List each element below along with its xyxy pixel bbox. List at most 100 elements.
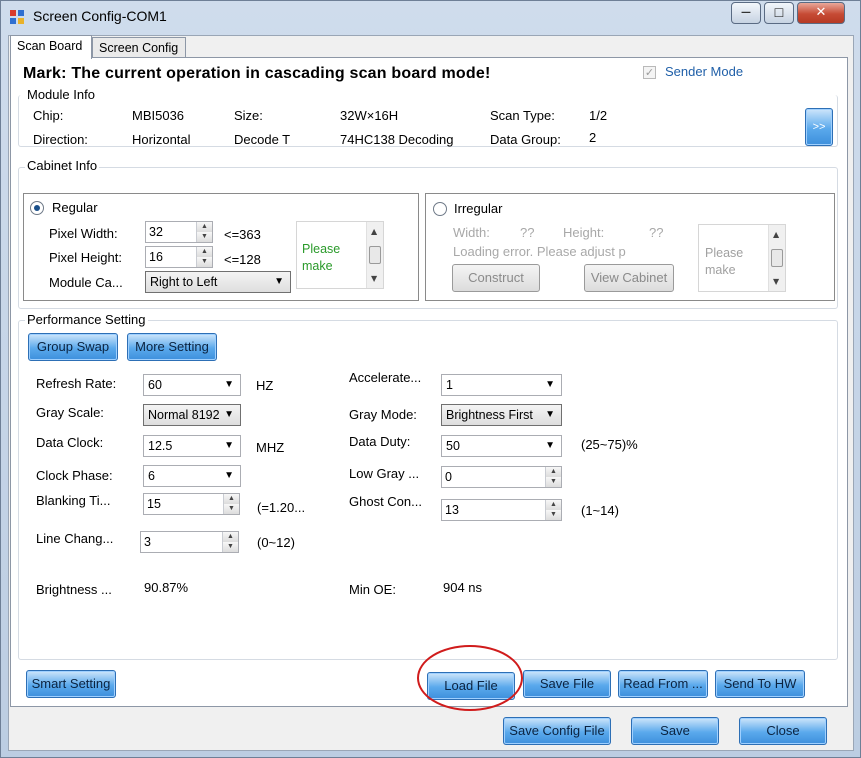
brightness-value: 90.87% <box>144 580 189 595</box>
accelerate-select[interactable]: 1 ▼ <box>441 374 562 396</box>
decode-value: 74HC138 Decoding <box>340 132 454 147</box>
window-title: Screen Config-COM1 <box>33 8 167 24</box>
close-button[interactable]: Close <box>739 717 827 745</box>
group-swap-button[interactable]: Group Swap <box>28 333 118 361</box>
spin-up-icon[interactable]: ▲ <box>196 247 212 257</box>
listbox-scrollbar[interactable]: ▲ ▼ <box>768 225 785 291</box>
spin-up-icon[interactable]: ▲ <box>222 532 238 542</box>
irregular-height-label: Height: <box>563 225 605 240</box>
spin-down-icon[interactable]: ▼ <box>196 232 212 242</box>
scroll-down-icon[interactable]: ▼ <box>773 277 779 286</box>
data-clock-value: 12.5 <box>148 439 173 453</box>
blanking-time-label: Blanking Ti... <box>36 493 111 508</box>
scan-type-label: Scan Type: <box>490 108 555 123</box>
pixel-height-input[interactable]: 16 ▲ ▼ <box>145 246 213 268</box>
construct-button[interactable]: Construct <box>452 264 540 292</box>
spin-down-icon[interactable]: ▼ <box>223 504 239 514</box>
save-config-file-button[interactable]: Save Config File <box>503 717 611 745</box>
smart-setting-button[interactable]: Smart Setting <box>26 670 116 698</box>
data-clock-select[interactable]: 12.5 ▼ <box>143 435 241 457</box>
data-duty-select[interactable]: 50 ▼ <box>441 435 562 457</box>
pixel-height-value: 16 <box>149 250 163 264</box>
send-to-hw-button[interactable]: Send To HW <box>715 670 805 698</box>
regular-note-line1: Please <box>302 242 341 256</box>
chevron-down-icon: ▼ <box>224 440 234 451</box>
close-window-button[interactable]: ✕ <box>797 2 845 24</box>
chevron-down-icon: ▼ <box>224 409 234 420</box>
save-file-button[interactable]: Save File <box>523 670 611 698</box>
irregular-note-line2: make <box>705 263 736 277</box>
load-file-button[interactable]: Load File <box>427 672 515 700</box>
accelerate-label: Accelerate... <box>349 370 422 385</box>
listbox-scrollbar[interactable]: ▲ ▼ <box>366 222 383 288</box>
read-from-button[interactable]: Read From ... <box>618 670 708 698</box>
blanking-time-input[interactable]: 15 ▲ ▼ <box>143 493 240 515</box>
spin-up-icon[interactable]: ▲ <box>196 222 212 232</box>
clock-phase-select[interactable]: 6 ▼ <box>143 465 241 487</box>
chip-value: MBI5036 <box>132 108 185 123</box>
gray-scale-select[interactable]: Normal 8192 ▼ <box>143 404 241 426</box>
refresh-rate-value: 60 <box>148 378 162 392</box>
pixel-width-input[interactable]: 32 ▲ ▼ <box>145 221 213 243</box>
checkmark-icon: ✓ <box>644 66 655 79</box>
data-clock-unit: MHZ <box>256 440 285 455</box>
clock-phase-value: 6 <box>148 469 155 483</box>
line-change-label: Line Chang... <box>36 531 114 546</box>
more-setting-button[interactable]: More Setting <box>127 333 217 361</box>
ghost-control-input[interactable]: 13 ▲ ▼ <box>441 499 562 521</box>
spin-up-icon[interactable]: ▲ <box>545 467 561 477</box>
spin-down-icon[interactable]: ▼ <box>545 477 561 487</box>
scroll-down-icon[interactable]: ▼ <box>371 274 377 283</box>
module-info-more-button[interactable]: >> <box>805 108 833 146</box>
irregular-note-listbox[interactable]: Please make ▲ ▼ <box>698 224 786 292</box>
scan-type-value: 1/2 <box>589 108 608 123</box>
tab-scan-board[interactable]: Scan Board <box>10 35 92 59</box>
min-oe-value: 904 ns <box>443 580 483 595</box>
irregular-width-label: Width: <box>453 225 490 240</box>
module-cascade-value: Right to Left <box>150 275 218 289</box>
save-button[interactable]: Save <box>631 717 719 745</box>
gray-mode-select[interactable]: Brightness First ▼ <box>441 404 562 426</box>
minimize-button[interactable]: — <box>731 2 761 24</box>
cabinet-info-title: Cabinet Info <box>25 158 100 173</box>
direction-label: Direction: <box>33 132 88 147</box>
decode-label: Decode T <box>234 132 291 147</box>
scroll-up-icon[interactable]: ▲ <box>371 227 377 236</box>
chevron-down-icon: ▼ <box>545 409 555 420</box>
sender-mode-checkbox[interactable]: ✓ <box>643 66 656 79</box>
blanking-time-hint: (=1.20... <box>257 500 306 515</box>
size-label: Size: <box>234 108 263 123</box>
chevron-down-icon: ▼ <box>545 379 555 390</box>
data-duty-value: 50 <box>446 439 460 453</box>
pixel-width-limit: <=363 <box>224 227 261 242</box>
regular-radio[interactable] <box>30 201 44 215</box>
maximize-button[interactable]: ☐ <box>764 2 794 24</box>
ghost-control-hint: (1~14) <box>581 503 619 518</box>
scroll-thumb[interactable] <box>771 249 783 267</box>
spin-down-icon[interactable]: ▼ <box>222 542 238 552</box>
min-oe-label: Min OE: <box>349 582 396 597</box>
module-cascade-label: Module Ca... <box>49 275 123 290</box>
tab-screen-config[interactable]: Screen Config <box>92 37 186 59</box>
blanking-time-value: 15 <box>147 497 161 511</box>
line-change-input[interactable]: 3 ▲ ▼ <box>140 531 239 553</box>
spin-down-icon[interactable]: ▼ <box>545 510 561 520</box>
module-cascade-select[interactable]: Right to Left ▼ <box>145 271 291 293</box>
app-icon <box>10 10 24 24</box>
scroll-thumb[interactable] <box>369 246 381 264</box>
low-gray-input[interactable]: 0 ▲ ▼ <box>441 466 562 488</box>
refresh-rate-select[interactable]: 60 ▼ <box>143 374 241 396</box>
title-bar[interactable]: Screen Config-COM1 — ☐ ✕ <box>1 1 860 35</box>
spin-up-icon[interactable]: ▲ <box>223 494 239 504</box>
gray-mode-value: Brightness First <box>446 408 533 422</box>
spin-down-icon[interactable]: ▼ <box>196 257 212 267</box>
scroll-up-icon[interactable]: ▲ <box>773 230 779 239</box>
irregular-radio[interactable] <box>433 202 447 216</box>
spin-up-icon[interactable]: ▲ <box>545 500 561 510</box>
mark-message: Mark: The current operation in cascading… <box>23 65 491 82</box>
pixel-height-limit: <=128 <box>224 252 261 267</box>
regular-note-listbox[interactable]: Please make ▲ ▼ <box>296 221 384 289</box>
chevron-down-icon: ▼ <box>224 470 234 481</box>
view-cabinet-button[interactable]: View Cabinet <box>584 264 674 292</box>
chip-label: Chip: <box>33 108 64 123</box>
